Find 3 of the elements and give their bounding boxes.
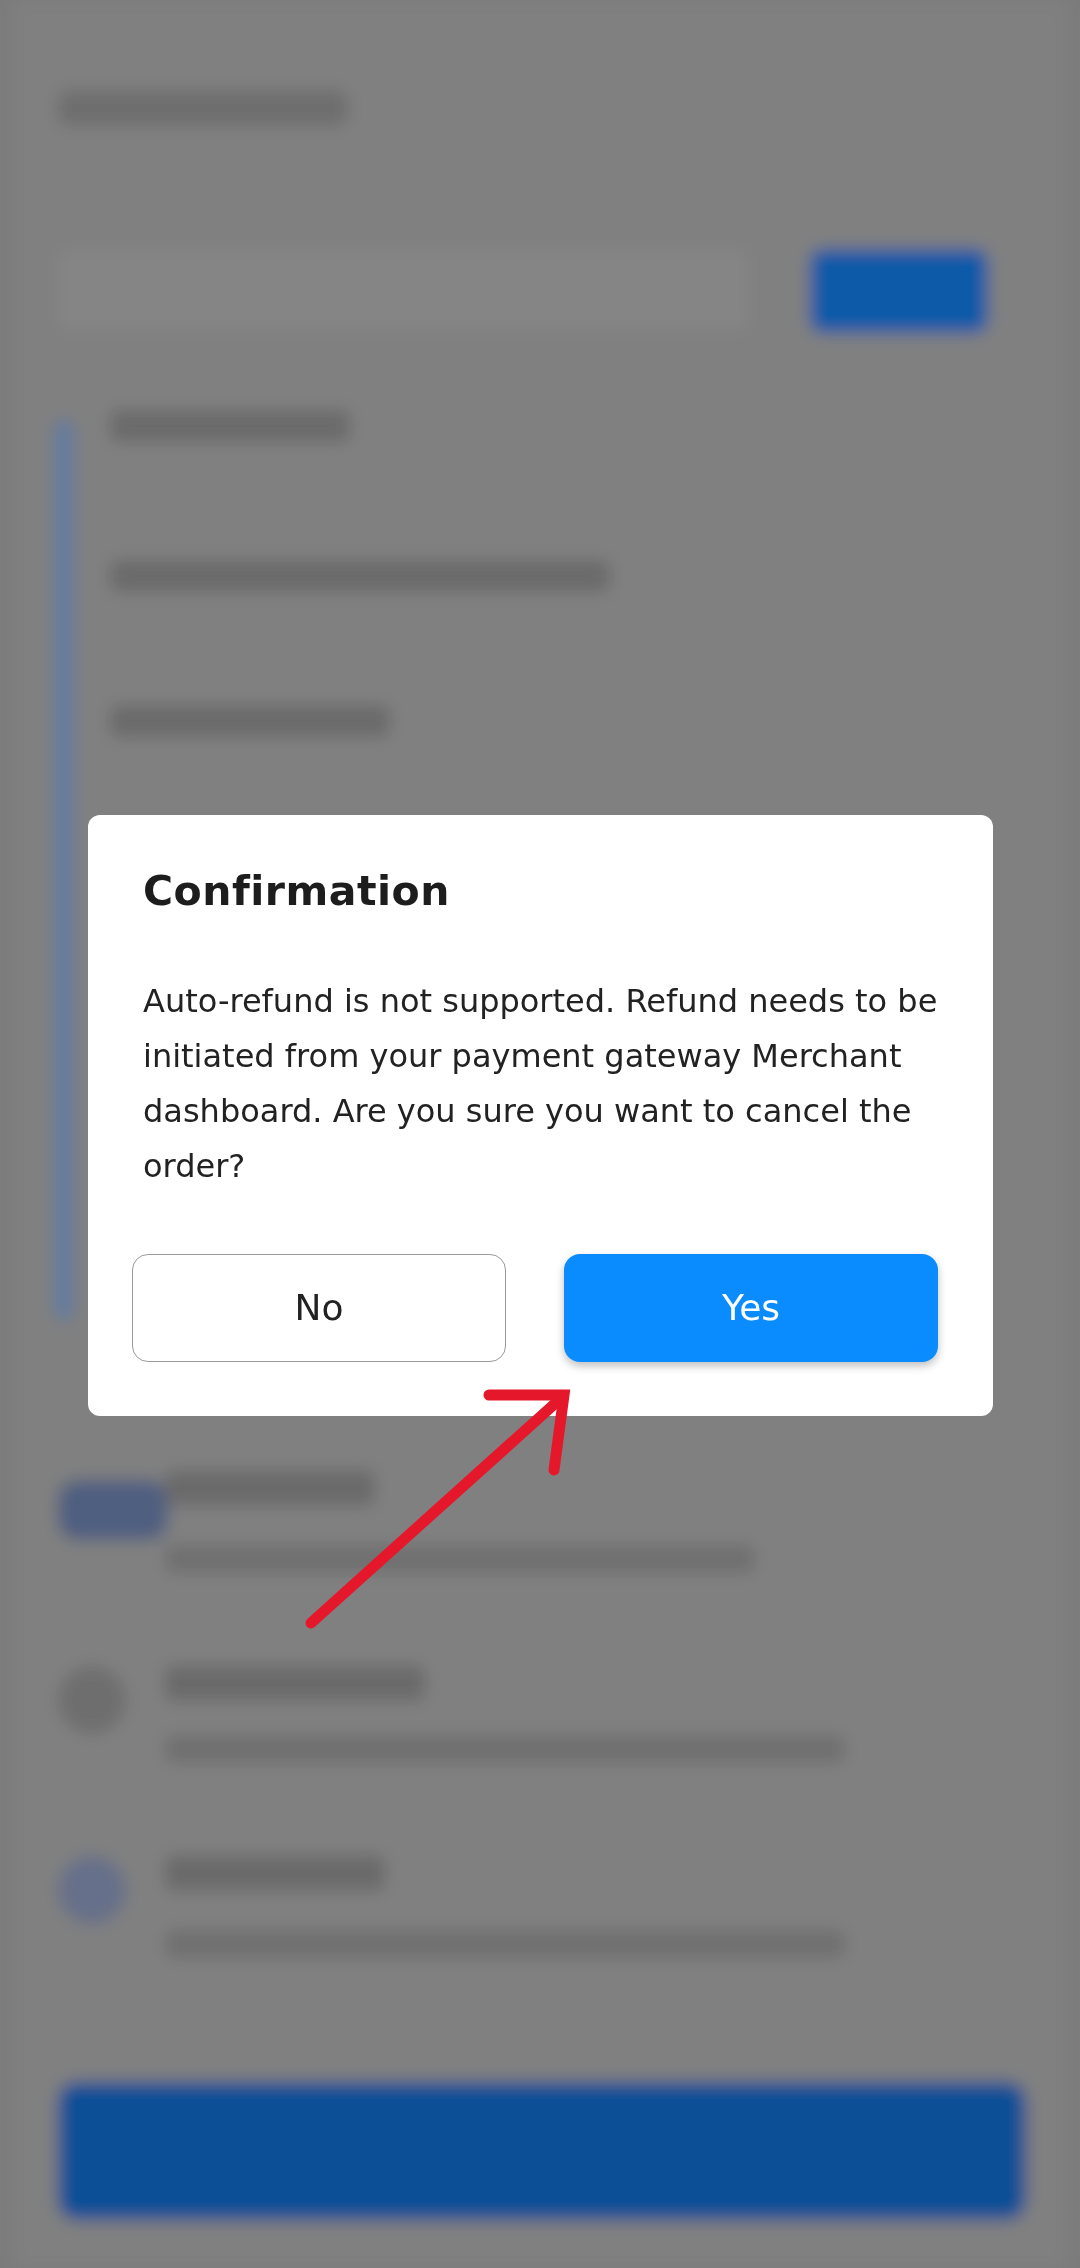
- cancel-button[interactable]: No: [132, 1254, 506, 1363]
- dialog-title: Confirmation: [143, 867, 451, 917]
- dialog-message: Auto-refund is not supported. Refund needs to be initiated from your payment gateway Merchant dashboard. Are you sure you want to cancel the order?: [143, 981, 938, 1188]
